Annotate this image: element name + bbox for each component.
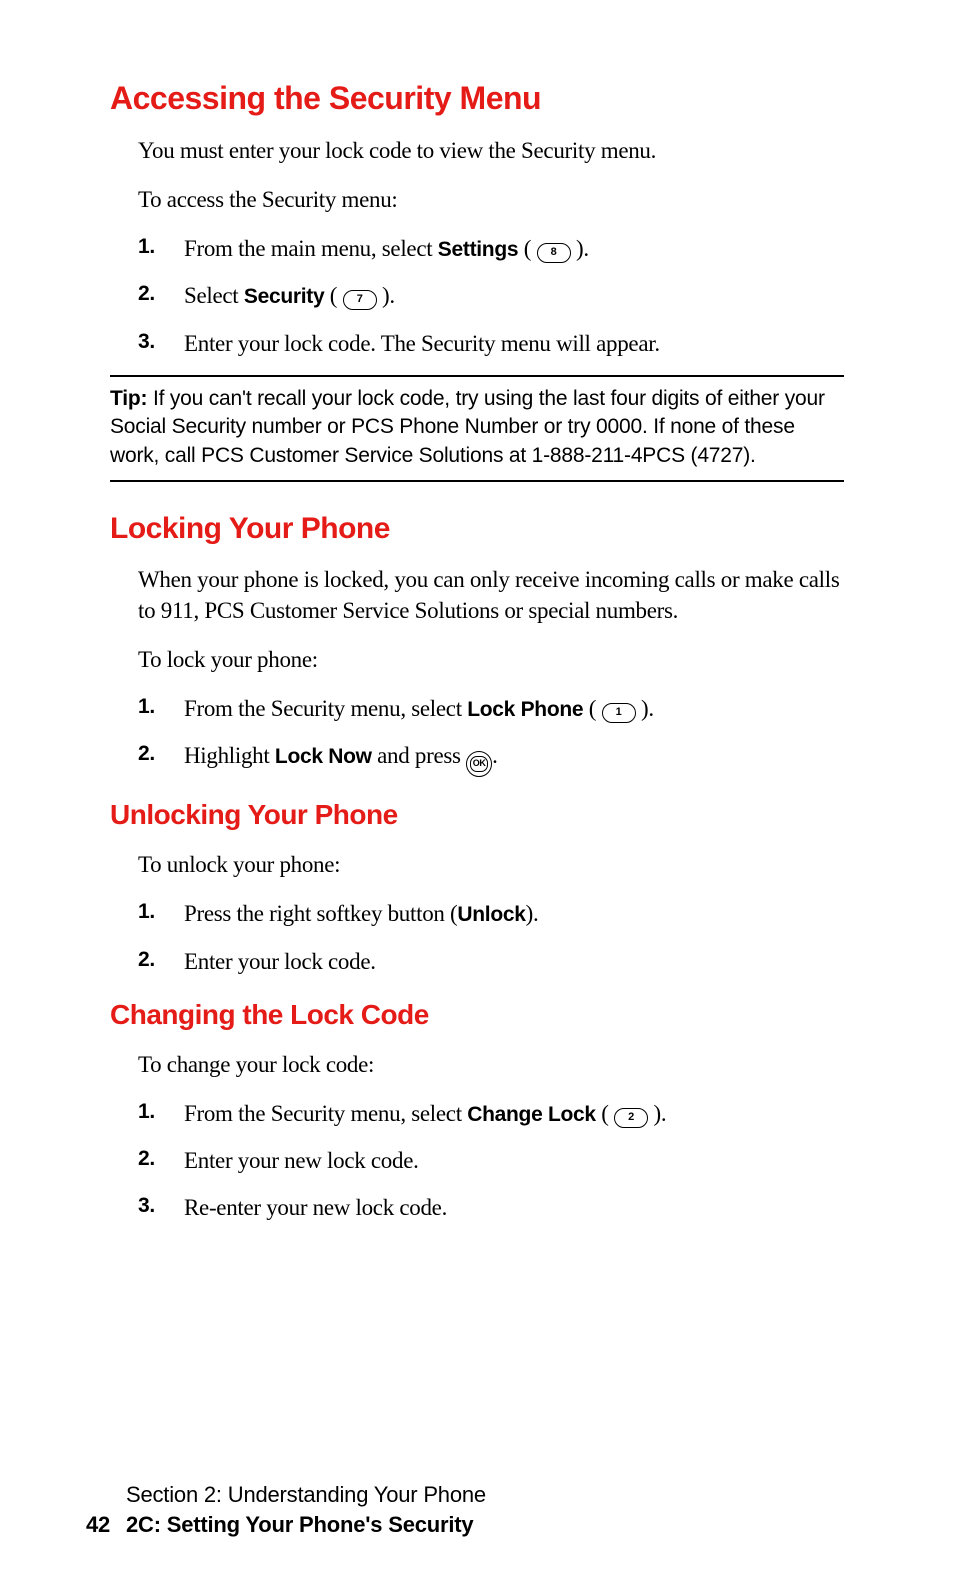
para-intro: When your phone is locked, you can only … xyxy=(138,564,844,626)
paren-open: ( xyxy=(596,1101,614,1126)
para-lead: To access the Security menu: xyxy=(138,184,844,215)
paren-open: ( xyxy=(583,696,601,721)
para-intro: You must enter your lock code to view th… xyxy=(138,135,844,166)
step-text: From the main menu, select xyxy=(184,236,438,261)
paren-close: ). xyxy=(571,236,589,261)
step-text: Highlight xyxy=(184,743,275,768)
para-lead: To lock your phone: xyxy=(138,644,844,675)
page-footer: Section 2: Understanding Your Phone 422C… xyxy=(86,1482,844,1538)
step-item: From the main menu, select Settings ( 8 … xyxy=(138,233,844,264)
footer-page-line: 422C: Setting Your Phone's Security xyxy=(86,1512,844,1538)
step-item: Select Security ( 7 ). xyxy=(138,280,844,311)
steps-unlocking: Press the right softkey button (Unlock).… xyxy=(138,898,844,976)
tip-text: If you can't recall your lock code, try … xyxy=(110,387,825,467)
step-item: Press the right softkey button (Unlock). xyxy=(138,898,844,929)
step-bold: Unlock xyxy=(457,903,525,926)
steps-changing: From the Security menu, select Change Lo… xyxy=(138,1098,844,1223)
footer-section-label: Section 2: Understanding Your Phone xyxy=(126,1482,844,1508)
step-bold: Settings xyxy=(438,238,518,261)
key-1-icon: 1 xyxy=(602,703,636,723)
paren-open: ( xyxy=(324,283,342,308)
step-text: Press the right softkey button ( xyxy=(184,901,457,926)
paren-close: ). xyxy=(377,283,395,308)
step-item: Highlight Lock Now and press OK. xyxy=(138,740,844,777)
heading-accessing-security-menu: Accessing the Security Menu xyxy=(110,80,844,117)
heading-locking-phone: Locking Your Phone xyxy=(110,512,844,546)
step-text: Select xyxy=(184,283,244,308)
page-number: 42 xyxy=(86,1512,126,1538)
step-item: From the Security menu, select Change Lo… xyxy=(138,1098,844,1129)
step-item: Re-enter your new lock code. xyxy=(138,1192,844,1223)
step-item: Enter your lock code. The Security menu … xyxy=(138,328,844,359)
tip-block: Tip: If you can't recall your lock code,… xyxy=(110,375,844,482)
paren-open: ( xyxy=(518,236,536,261)
heading-changing-lock-code: Changing the Lock Code xyxy=(110,999,844,1031)
ok-key-icon: OK xyxy=(466,751,492,777)
steps-locking: From the Security menu, select Lock Phon… xyxy=(138,693,844,777)
key-8-icon: 8 xyxy=(537,243,571,263)
tip-label: Tip: xyxy=(110,387,153,410)
steps-accessing: From the main menu, select Settings ( 8 … xyxy=(138,233,844,359)
step-item: Enter your new lock code. xyxy=(138,1145,844,1176)
step-bold: Change Lock xyxy=(467,1103,596,1126)
step-item: Enter your lock code. xyxy=(138,946,844,977)
step-text: . xyxy=(492,743,497,768)
paren-close: ). xyxy=(648,1101,666,1126)
step-bold: Security xyxy=(244,285,324,308)
step-text: and press xyxy=(372,743,466,768)
paren-close: ). xyxy=(526,901,539,926)
key-2-icon: 2 xyxy=(614,1108,648,1128)
step-text: From the Security menu, select xyxy=(184,696,467,721)
heading-unlocking-phone: Unlocking Your Phone xyxy=(110,799,844,831)
key-7-icon: 7 xyxy=(343,290,377,310)
step-item: From the Security menu, select Lock Phon… xyxy=(138,693,844,724)
step-bold: Lock Now xyxy=(275,745,372,768)
step-bold: Lock Phone xyxy=(467,698,583,721)
footer-chapter: 2C: Setting Your Phone's Security xyxy=(126,1512,473,1537)
para-lead: To change your lock code: xyxy=(138,1049,844,1080)
step-text: From the Security menu, select xyxy=(184,1101,467,1126)
para-lead: To unlock your phone: xyxy=(138,849,844,880)
paren-close: ). xyxy=(636,696,654,721)
